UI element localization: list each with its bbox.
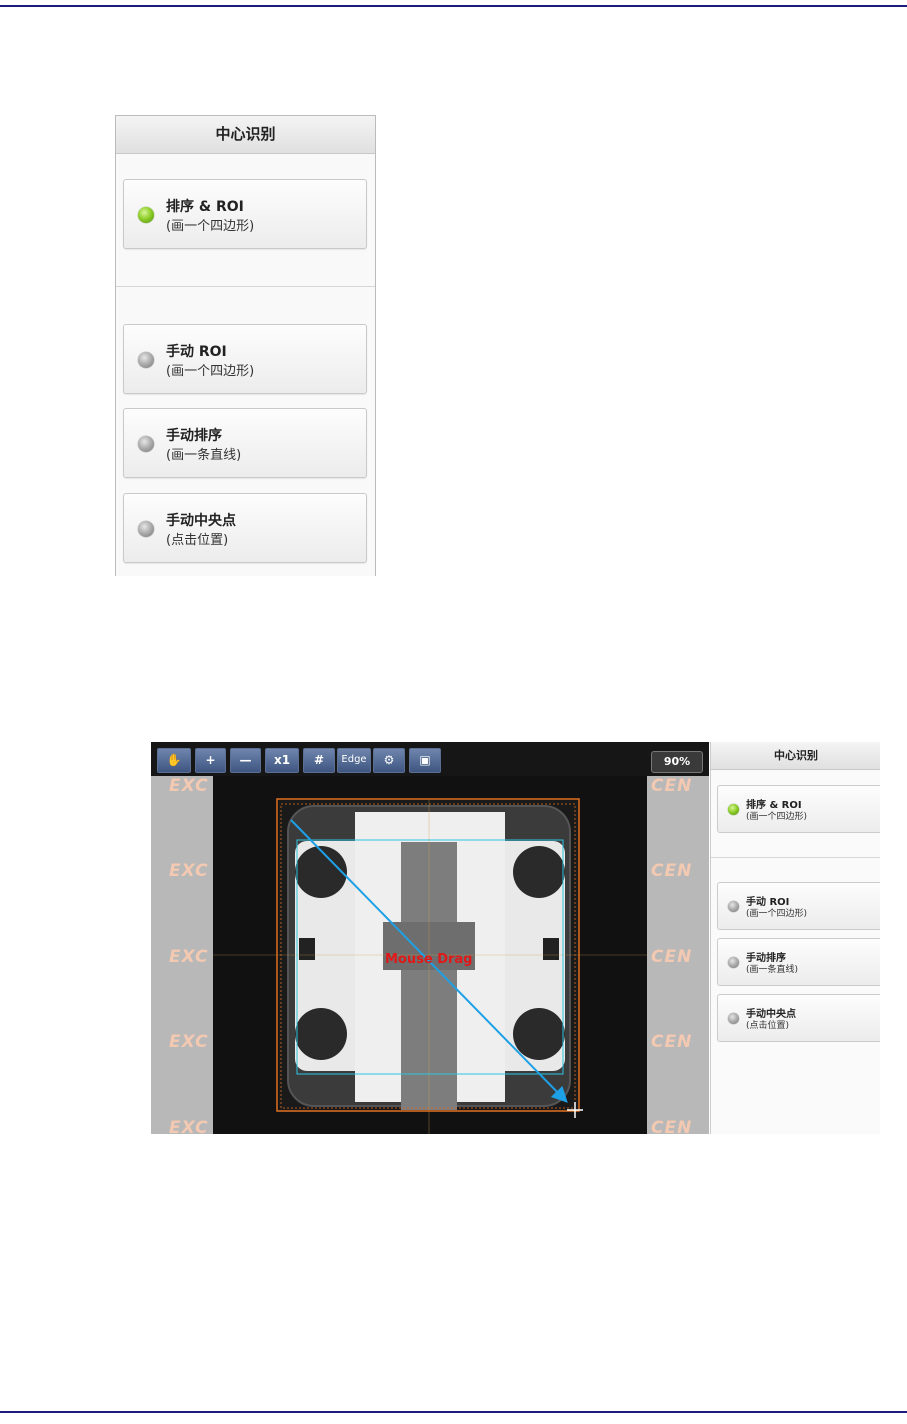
button-hint: (画一个四边形) xyxy=(166,364,255,379)
manual-roi-button[interactable]: 手动 ROI (画一个四边形) xyxy=(717,882,880,930)
manual-roi-button[interactable]: 手动 ROI (画一个四边形) xyxy=(123,324,367,394)
zoom-in-button[interactable]: + xyxy=(195,748,226,773)
sort-roi-button[interactable]: 排序 & ROI (画一个四边形) xyxy=(123,179,367,249)
watermark: EXC xyxy=(169,776,209,796)
status-led-icon xyxy=(138,436,154,452)
button-hint: (点击位置) xyxy=(746,1021,790,1031)
status-led-icon xyxy=(138,207,154,223)
watermark-strip-right xyxy=(647,742,709,1134)
edge-button[interactable]: Edge xyxy=(337,748,371,773)
watermark: EXC xyxy=(169,1032,209,1052)
manual-sort-button[interactable]: 手动排序 (画一条直线) xyxy=(123,408,367,478)
gear-icon: ⚙ xyxy=(383,753,395,767)
status-led-icon xyxy=(728,1013,739,1024)
button-label: 排序 & ROI xyxy=(166,199,244,215)
divider xyxy=(711,857,880,858)
button-hint: (画一条直线) xyxy=(746,965,799,975)
pan-button[interactable]: ✋ xyxy=(157,748,191,773)
watermark: CEN xyxy=(651,1118,693,1134)
top-rule xyxy=(0,5,907,7)
sort-roi-button[interactable]: 排序 & ROI (画一个四边形) xyxy=(717,785,880,833)
button-label: 手动 ROI xyxy=(166,344,227,360)
center-recognition-panel-small: 中心识别 排序 & ROI (画一个四边形) 手动 ROI (画一个四边形) 手… xyxy=(710,742,880,1134)
grid-button[interactable]: # xyxy=(303,748,335,773)
watermark: EXC xyxy=(169,947,209,967)
watermark: EXC xyxy=(169,861,209,881)
watermark: CEN xyxy=(651,1032,693,1052)
status-led-icon xyxy=(138,352,154,368)
manual-sort-button[interactable]: 手动排序 (画一条直线) xyxy=(717,938,880,986)
watermark: EXC xyxy=(169,1118,209,1134)
status-led-icon xyxy=(728,957,739,968)
button-hint: (点击位置) xyxy=(166,533,229,548)
button-label: 手动中央点 xyxy=(166,513,236,529)
hand-icon: ✋ xyxy=(166,753,182,767)
settings-button[interactable]: ⚙ xyxy=(373,748,405,773)
button-hint: (画一个四边形) xyxy=(746,909,808,919)
watermark: CEN xyxy=(651,776,693,796)
bottom-rule xyxy=(0,1411,907,1413)
watermark: CEN xyxy=(651,861,693,881)
zoom-out-button[interactable]: — xyxy=(230,748,261,773)
mouse-drag-annotation: Mouse Drag xyxy=(385,952,473,967)
panel-title: 中心识别 xyxy=(711,742,880,770)
camera-image[interactable]: Mouse Drag xyxy=(213,776,647,1134)
button-label: 手动排序 xyxy=(166,428,222,444)
floppy-disk-icon: ▣ xyxy=(419,753,431,767)
status-led-icon xyxy=(728,804,739,815)
save-button[interactable]: ▣ xyxy=(409,748,441,773)
button-hint: (画一个四边形) xyxy=(166,219,255,234)
status-led-icon xyxy=(138,521,154,537)
watermark: CEN xyxy=(651,947,693,967)
divider xyxy=(116,286,375,287)
reset-zoom-button[interactable]: x1 xyxy=(265,748,299,773)
watermark-strip-left xyxy=(151,742,213,1134)
zoom-level-indicator: 90% xyxy=(651,751,703,773)
image-viewer: EXC EXC EXC EXC EXC CEN CEN CEN CEN CEN xyxy=(151,742,709,1134)
status-led-icon xyxy=(728,901,739,912)
viewer-screenshot: EXC EXC EXC EXC EXC CEN CEN CEN CEN CEN xyxy=(151,742,880,1134)
panel-title: 中心识别 xyxy=(116,116,375,154)
manual-center-point-button[interactable]: 手动中央点 (点击位置) xyxy=(717,994,880,1042)
viewer-toolbar: ✋ + — x1 # Edge ⚙ ▣ 90% xyxy=(151,742,709,776)
button-hint: (画一条直线) xyxy=(166,448,242,463)
button-hint: (画一个四边形) xyxy=(746,812,808,822)
manual-center-point-button[interactable]: 手动中央点 (点击位置) xyxy=(123,493,367,563)
center-recognition-panel: 中心识别 排序 & ROI (画一个四边形) 手动 ROI (画一个四边形) 手… xyxy=(115,115,376,576)
